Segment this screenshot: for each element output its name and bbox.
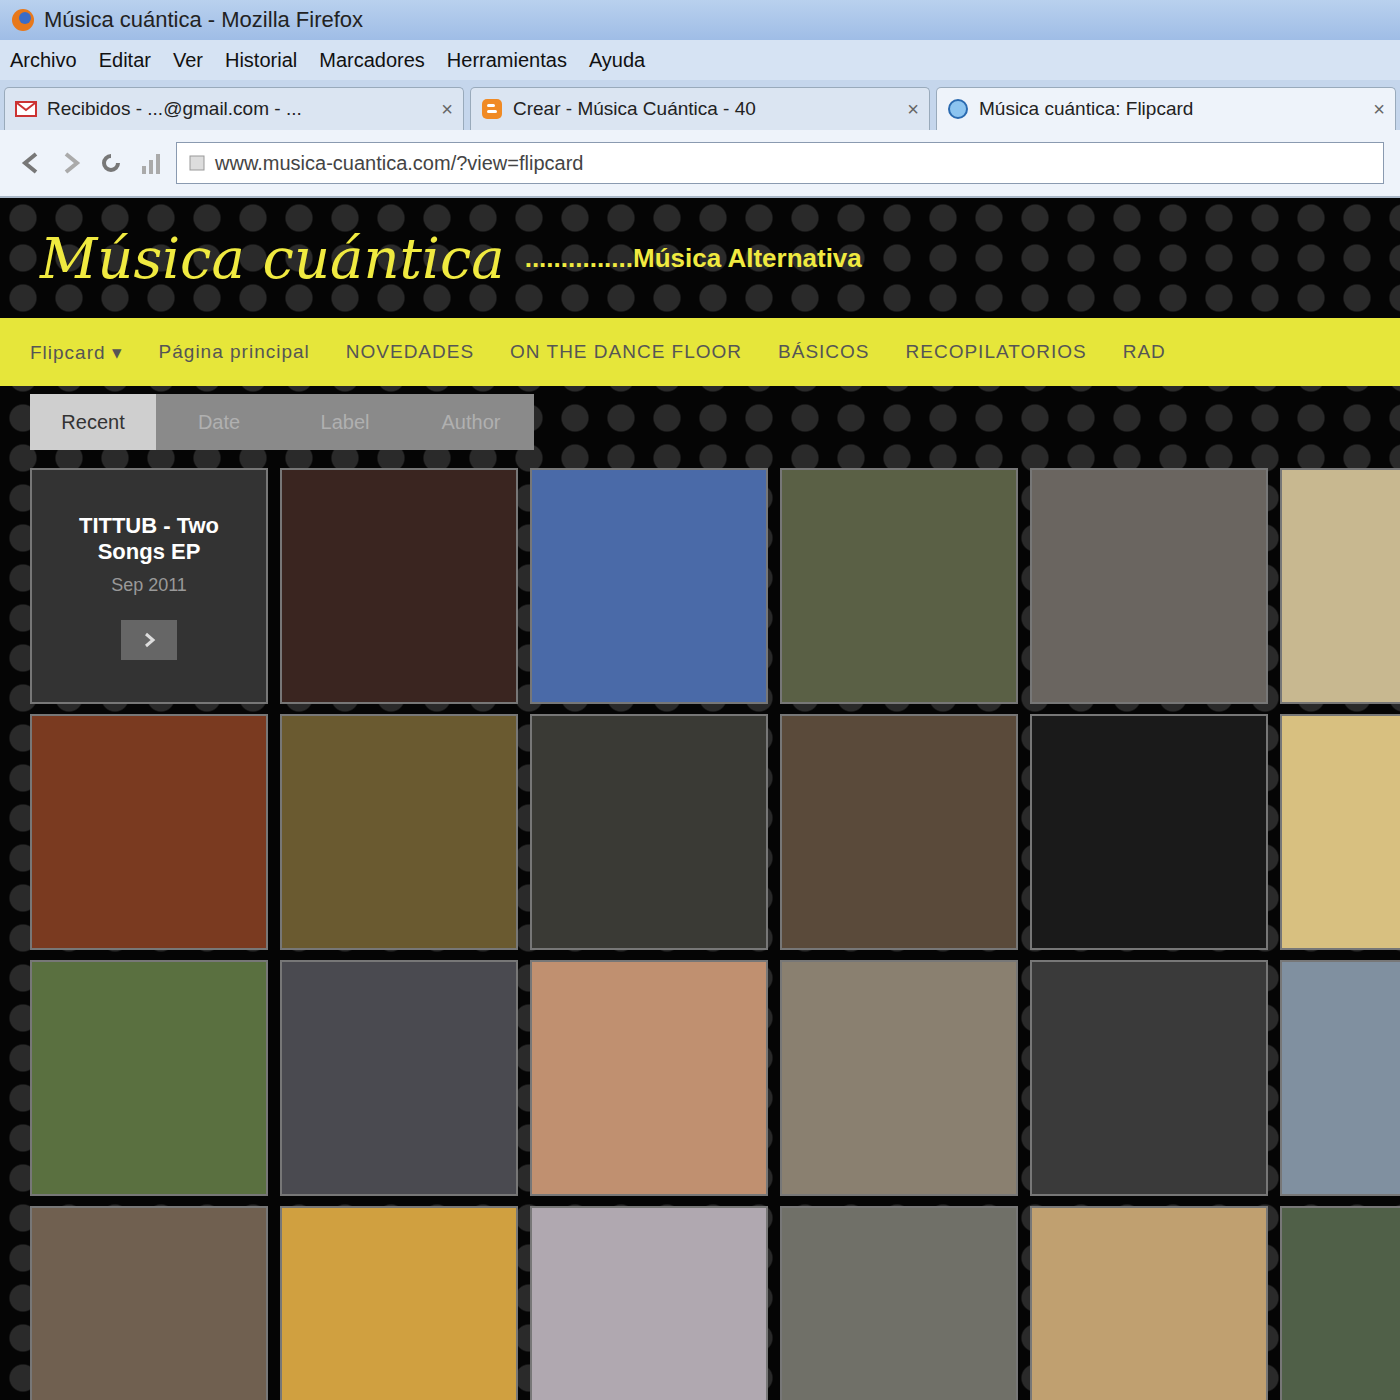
reload-icon[interactable] [96,148,126,178]
nav-link[interactable]: BÁSICOS [778,341,869,363]
post-card[interactable] [1280,1206,1400,1400]
address-url: www.musica-cuantica.com/?view=flipcard [215,152,583,175]
site-icon [187,153,207,173]
nav-link[interactable]: Flipcard▾ [30,341,123,364]
menu-item[interactable]: Editar [99,49,151,72]
post-card[interactable] [1030,960,1268,1196]
card-title: TITTUB - Two Songs EP [44,513,254,565]
tab-close-button[interactable]: × [1373,98,1385,121]
post-card[interactable]: TITTUB - Two Songs EP Sep 2011 [30,468,268,704]
help-icon [947,98,969,120]
browser-tab[interactable]: Crear - Música Cuántica - 40 × [470,87,930,130]
post-card[interactable] [30,1206,268,1400]
post-card[interactable] [1280,714,1400,950]
menu-item[interactable]: Ayuda [589,49,645,72]
tab-close-button[interactable]: × [907,98,919,121]
forward-arrow-icon[interactable] [56,148,86,178]
browser-tab[interactable]: Música cuántica: Flipcard × [936,87,1396,130]
post-card[interactable] [280,468,518,704]
browser-tab[interactable]: Recibidos - ...@gmail.com - ... × [4,87,464,130]
menu-bar: Archivo Editar Ver Historial Marcadores Herra… [0,40,1400,80]
menu-item[interactable]: Archivo [10,49,77,72]
post-card[interactable] [1030,714,1268,950]
nav-link[interactable]: Página principal [159,341,310,363]
address-field[interactable]: www.musica-cuantica.com/?view=flipcard [176,142,1384,184]
post-card[interactable] [280,960,518,1196]
nav-link[interactable]: NOVEDADES [346,341,474,363]
firefox-icon [10,7,36,33]
blog-title[interactable]: Música cuántica [40,226,505,291]
blog-header: Música cuántica ...............Música Alt… [0,198,1400,318]
sort-tab[interactable]: Date [156,394,282,450]
nav-link[interactable]: RECOPILATORIOS [906,341,1087,363]
card-date: Sep 2011 [111,575,187,596]
arrow-icon [139,630,159,650]
page-navigation: Flipcard▾ Página principal NOVEDADES ON THE… [0,318,1400,386]
nav-link[interactable]: RAD [1123,341,1166,363]
blog-page: Música cuántica ...............Música Alt… [0,198,1400,1400]
post-card[interactable] [280,1206,518,1400]
post-card[interactable] [1030,1206,1268,1400]
post-card[interactable] [530,468,768,704]
back-arrow-icon[interactable] [16,148,46,178]
navigation-bar: www.musica-cuantica.com/?view=flipcard [0,130,1400,198]
browser-window: Música cuántica - Mozilla Firefox Archivo… [0,0,1400,1400]
post-card[interactable] [780,1206,1018,1400]
open-post-button[interactable] [121,620,177,660]
sort-tab[interactable]: Label [282,394,408,450]
post-card[interactable] [780,468,1018,704]
post-card[interactable] [1030,468,1268,704]
tab-close-button[interactable]: × [441,98,453,121]
sort-tab[interactable]: Recent [30,394,156,450]
post-card[interactable] [1280,468,1400,704]
menu-item[interactable]: Marcadores [319,49,425,72]
menu-item[interactable]: Herramientas [447,49,567,72]
nav-link[interactable]: ON THE DANCE FLOOR [510,341,742,363]
title-bar: Música cuántica - Mozilla Firefox [0,0,1400,40]
post-card[interactable] [780,714,1018,950]
blogger-icon [481,98,503,120]
blog-subtitle: ...............Música Alternativa [525,243,862,274]
post-card[interactable] [1280,960,1400,1196]
post-card[interactable] [30,714,268,950]
tab-label: Recibidos - ...@gmail.com - ... [47,98,431,120]
dropdown-caret: ▾ [112,342,123,363]
sort-tabs: RecentDateLabelAuthor [0,386,1400,468]
sort-tab[interactable]: Author [408,394,534,450]
signal-icon [136,148,166,178]
post-card[interactable] [280,714,518,950]
window-title: Música cuántica - Mozilla Firefox [44,7,363,33]
tab-strip: Recibidos - ...@gmail.com - ...×Crear - … [0,80,1400,130]
menu-item[interactable]: Ver [173,49,203,72]
post-card[interactable] [530,1206,768,1400]
post-card[interactable] [530,714,768,950]
tab-label: Crear - Música Cuántica - 40 [513,98,897,120]
menu-item[interactable]: Historial [225,49,297,72]
tab-label: Música cuántica: Flipcard [979,98,1363,120]
post-card[interactable] [780,960,1018,1196]
gmail-icon [15,100,37,118]
card-grid: TITTUB - Two Songs EP Sep 2011 [0,468,1400,1400]
post-card[interactable] [30,960,268,1196]
post-card[interactable] [530,960,768,1196]
